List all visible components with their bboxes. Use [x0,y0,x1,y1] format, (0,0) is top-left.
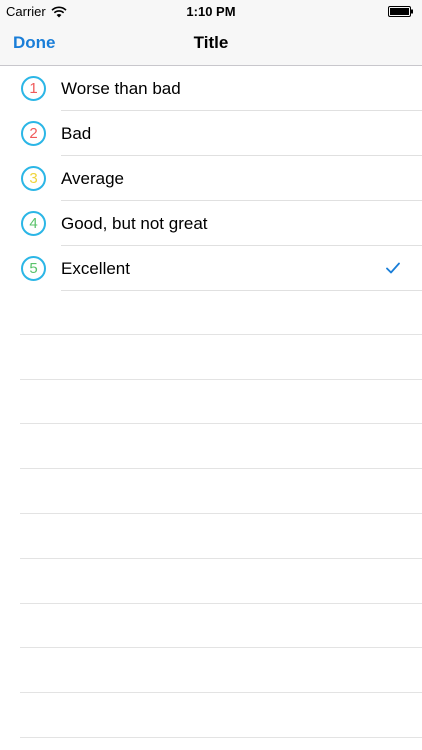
battery-icon [388,6,413,17]
empty-row [0,290,422,335]
rating-list: 1 Worse than bad 2 Bad 3 Average 4 Good,… [0,66,422,291]
empty-table-rows [0,290,422,738]
empty-row [0,648,422,693]
rating-row-5[interactable]: 5 Excellent [0,246,422,291]
rating-label: Worse than bad [61,79,181,98]
empty-row [0,469,422,514]
empty-row [0,693,422,738]
empty-row [0,559,422,604]
rating-number-badge: 5 [21,256,46,281]
rating-row-2[interactable]: 2 Bad [0,111,422,156]
empty-row [0,604,422,649]
rating-number-badge: 3 [21,166,46,191]
rating-row-3[interactable]: 3 Average [0,156,422,201]
empty-row [0,424,422,469]
empty-row [0,380,422,425]
screen: Carrier 1:10 PM Done Title 1 Worse than … [0,0,422,750]
empty-row [0,335,422,380]
empty-row [0,514,422,559]
rating-row-4[interactable]: 4 Good, but not great [0,201,422,246]
navigation-bar: Done Title [0,22,422,66]
nav-title: Title [193,33,229,52]
rating-number-badge: 4 [21,211,46,236]
checkmark-icon [386,262,400,274]
status-time: 1:10 PM [186,4,236,19]
rating-number-badge: 1 [21,76,46,101]
rating-number-badge: 2 [21,121,46,146]
rating-label: Average [61,169,125,188]
rating-label: Excellent [61,259,130,278]
rating-row-1[interactable]: 1 Worse than bad [0,66,422,111]
rating-label: Bad [61,124,92,143]
rating-label: Good, but not great [61,214,208,233]
status-bar: Carrier 1:10 PM [0,0,422,22]
